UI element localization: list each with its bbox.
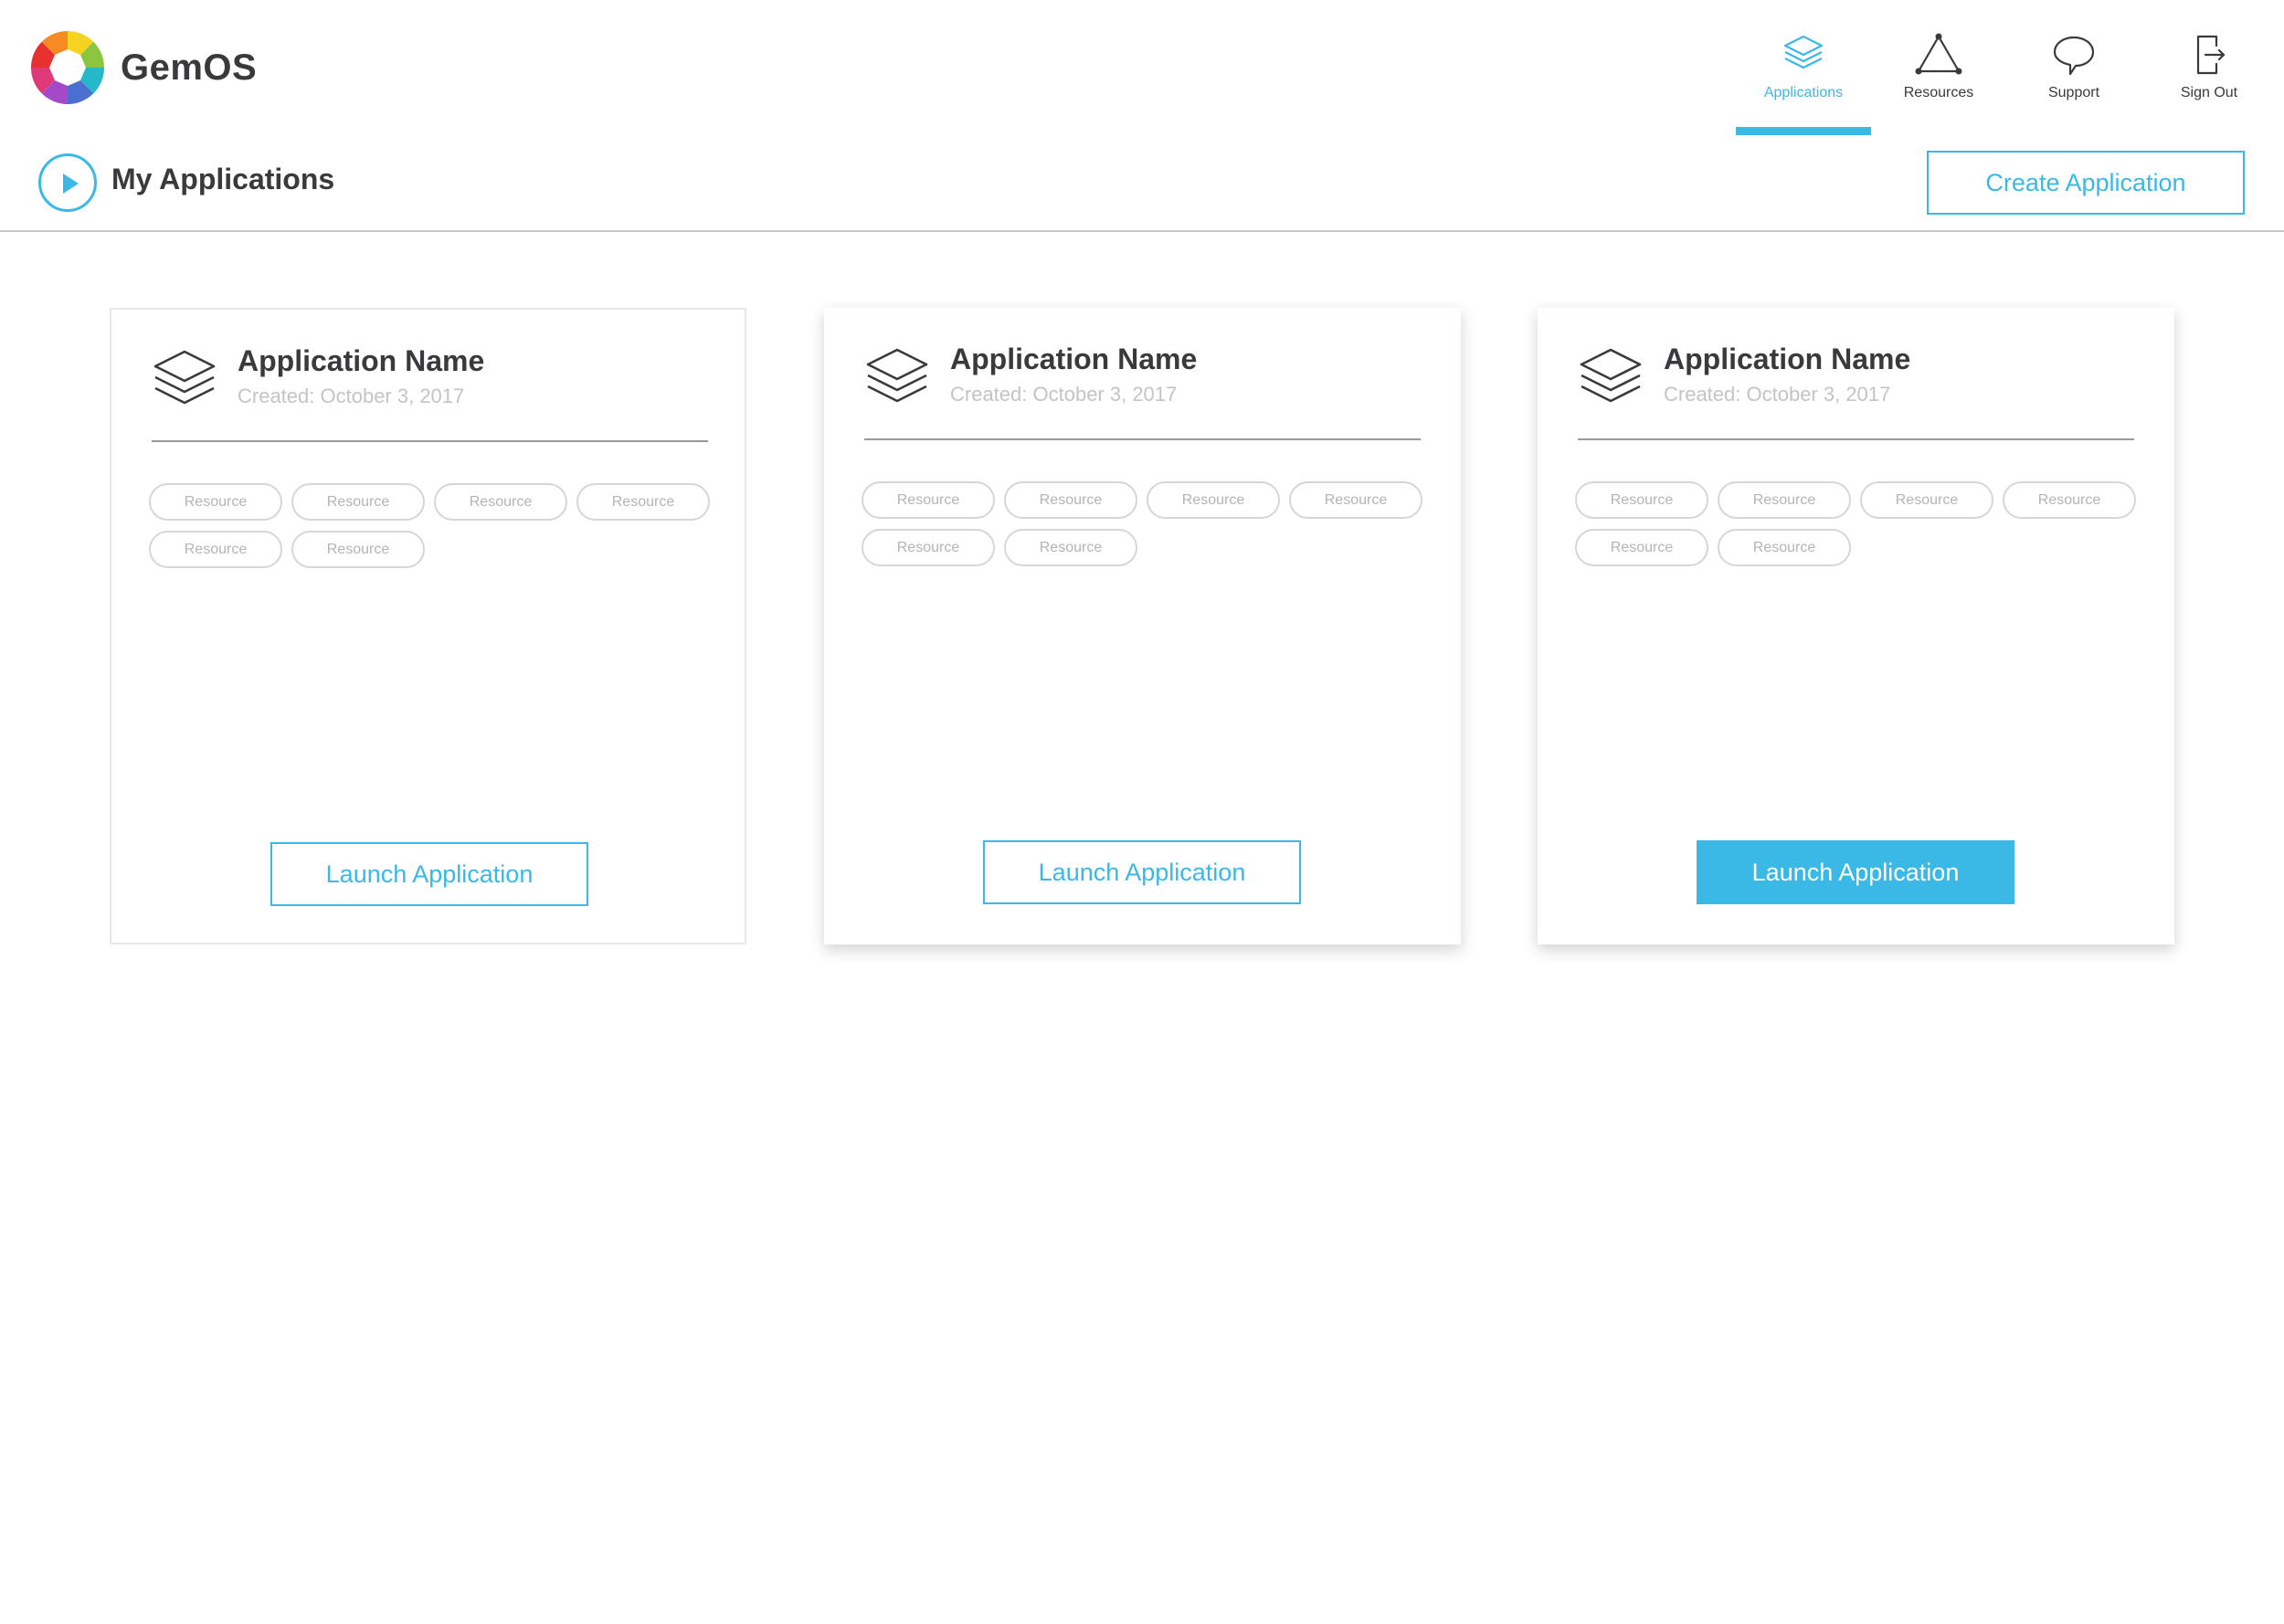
brand[interactable]: GemOS — [31, 31, 257, 104]
card-title: Application Name — [1664, 343, 1911, 375]
page-header: My Applications Create Application — [0, 135, 2284, 232]
card-created-date: Created: October 3, 2017 — [950, 383, 1178, 406]
launch-application-button[interactable]: Launch Application — [1697, 840, 2014, 904]
nav-label-support: Support — [2047, 85, 2100, 100]
main-nav: Applications Resources Support Sign Out — [1736, 0, 2284, 135]
page-title: My Applications — [111, 163, 335, 195]
triangle-network-icon — [1915, 33, 1962, 75]
resource-tag[interactable]: Resource — [1004, 529, 1137, 566]
app-name: GemOS — [121, 47, 258, 88]
nav-label-resources: Resources — [1903, 85, 1974, 100]
application-card: Application Name Created: October 3, 201… — [110, 308, 746, 944]
resource-tag[interactable]: Resource — [1718, 529, 1851, 566]
top-header: GemOS Applications Resources Support Sig… — [0, 0, 2284, 135]
resource-tag[interactable]: Resource — [576, 483, 710, 521]
nav-label-sign-out: Sign Out — [2180, 85, 2238, 100]
resource-tag[interactable]: Resource — [1004, 481, 1137, 519]
nav-resources[interactable]: Resources — [1871, 0, 2006, 135]
resource-tag[interactable]: Resource — [862, 529, 995, 566]
nav-sign-out[interactable]: Sign Out — [2141, 0, 2277, 135]
nav-label-applications: Applications — [1763, 85, 1844, 100]
layers-icon — [1783, 35, 1824, 69]
create-application-button[interactable]: Create Application — [1927, 151, 2245, 215]
resource-tag[interactable]: Resource — [862, 481, 995, 519]
resource-tag[interactable]: Resource — [434, 483, 567, 521]
layers-icon — [153, 350, 216, 405]
card-divider — [152, 440, 708, 442]
application-card: Application Name Created: October 3, 201… — [824, 308, 1461, 944]
play-icon — [38, 153, 97, 212]
card-created-date: Created: October 3, 2017 — [238, 385, 465, 407]
resource-tag[interactable]: Resource — [291, 483, 425, 521]
sign-out-icon — [2196, 35, 2226, 75]
nav-applications[interactable]: Applications — [1736, 0, 1871, 135]
layers-icon — [866, 348, 928, 403]
card-created-date: Created: October 3, 2017 — [1664, 383, 1891, 406]
gemos-logo-icon — [31, 31, 104, 104]
launch-application-button[interactable]: Launch Application — [983, 840, 1301, 904]
resource-tag[interactable]: Resource — [1575, 481, 1708, 519]
card-divider — [1578, 438, 2134, 440]
layers-icon — [1580, 348, 1642, 403]
resource-tag[interactable]: Resource — [1575, 529, 1708, 566]
card-title: Application Name — [950, 343, 1198, 375]
resource-tag[interactable]: Resource — [1147, 481, 1280, 519]
card-title: Application Name — [238, 344, 485, 377]
resource-tag[interactable]: Resource — [2003, 481, 2136, 519]
launch-application-button[interactable]: Launch Application — [270, 842, 588, 906]
resource-tag[interactable]: Resource — [1289, 481, 1422, 519]
resource-tag[interactable]: Resource — [1860, 481, 1993, 519]
resource-tag[interactable]: Resource — [1718, 481, 1851, 519]
nav-support[interactable]: Support — [2006, 0, 2141, 135]
resource-tag[interactable]: Resource — [149, 483, 282, 521]
card-divider — [864, 438, 1421, 440]
resource-tag[interactable]: Resource — [291, 531, 425, 568]
application-card: Application Name Created: October 3, 201… — [1538, 308, 2174, 944]
speech-bubble-icon — [2053, 36, 2095, 76]
resource-tag[interactable]: Resource — [149, 531, 282, 568]
